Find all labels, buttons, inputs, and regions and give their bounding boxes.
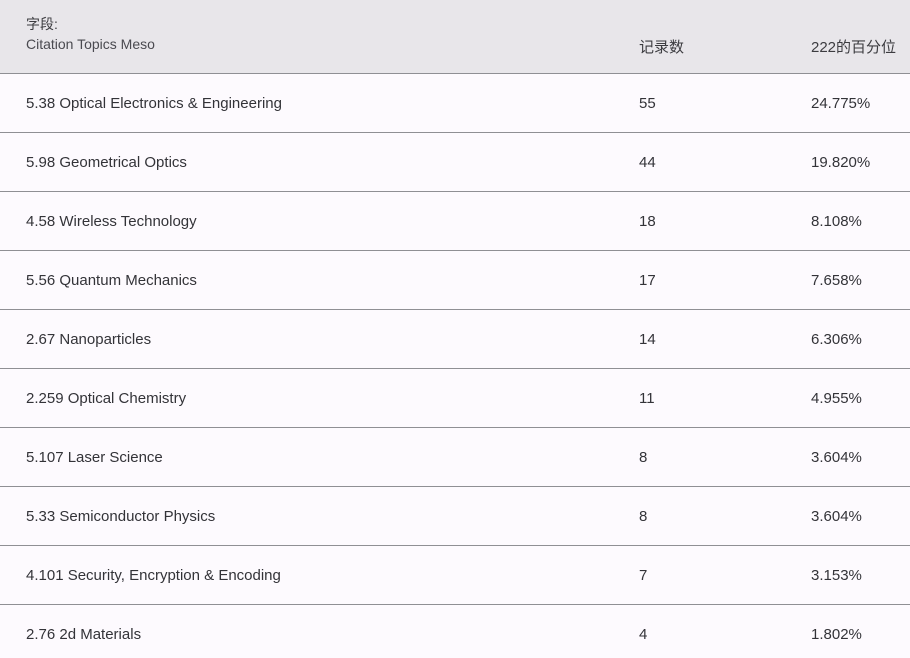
topic-cell[interactable]: 5.107 Laser Science xyxy=(26,449,163,466)
topic-cell[interactable]: 5.98 Geometrical Optics xyxy=(26,154,187,171)
table-row[interactable]: 4.101 Security, Encryption & Encoding 7 … xyxy=(0,546,910,605)
table-row[interactable]: 5.98 Geometrical Optics 44 19.820% xyxy=(0,133,910,192)
field-name-header[interactable]: Citation Topics Meso xyxy=(26,36,155,52)
count-cell: 14 xyxy=(639,331,656,348)
percent-cell: 8.108% xyxy=(811,213,862,230)
table-row[interactable]: 2.67 Nanoparticles 14 6.306% xyxy=(0,310,910,369)
percent-column-header[interactable]: 222的百分位 xyxy=(811,36,896,57)
count-cell: 8 xyxy=(639,449,648,466)
count-cell: 55 xyxy=(639,95,656,112)
count-cell: 17 xyxy=(639,272,656,289)
percent-cell: 24.775% xyxy=(811,95,871,112)
table-header: 字段: Citation Topics Meso 记录数 222的百分位 xyxy=(0,0,910,74)
percent-cell: 4.955% xyxy=(811,390,862,407)
topic-cell[interactable]: 4.58 Wireless Technology xyxy=(26,213,197,230)
table-row[interactable]: 2.259 Optical Chemistry 11 4.955% xyxy=(0,369,910,428)
topic-cell[interactable]: 5.38 Optical Electronics & Engineering xyxy=(26,95,282,112)
count-cell: 7 xyxy=(639,567,648,584)
topic-cell[interactable]: 2.76 2d Materials xyxy=(26,626,141,643)
results-table: 字段: Citation Topics Meso 记录数 222的百分位 5.3… xyxy=(0,0,910,658)
count-cell: 11 xyxy=(639,390,655,407)
topic-cell[interactable]: 4.101 Security, Encryption & Encoding xyxy=(26,567,281,584)
table-row[interactable]: 2.76 2d Materials 4 1.802% xyxy=(0,605,910,658)
percent-cell: 3.153% xyxy=(811,567,862,584)
percent-cell: 6.306% xyxy=(811,331,862,348)
table-row[interactable]: 5.56 Quantum Mechanics 17 7.658% xyxy=(0,251,910,310)
percent-cell: 3.604% xyxy=(811,508,862,525)
percent-cell: 7.658% xyxy=(811,272,862,289)
table-row[interactable]: 4.58 Wireless Technology 18 8.108% xyxy=(0,192,910,251)
field-prefix-label: 字段: xyxy=(26,16,58,32)
count-column-header[interactable]: 记录数 xyxy=(639,36,684,57)
topic-cell[interactable]: 5.33 Semiconductor Physics xyxy=(26,508,215,525)
topic-cell[interactable]: 5.56 Quantum Mechanics xyxy=(26,272,197,289)
count-cell: 18 xyxy=(639,213,656,230)
table-row[interactable]: 5.33 Semiconductor Physics 8 3.604% xyxy=(0,487,910,546)
percent-cell: 19.820% xyxy=(811,154,871,171)
topic-cell[interactable]: 2.67 Nanoparticles xyxy=(26,331,151,348)
percent-cell: 3.604% xyxy=(811,449,862,466)
count-cell: 44 xyxy=(639,154,656,171)
table-row[interactable]: 5.38 Optical Electronics & Engineering 5… xyxy=(0,74,910,133)
count-cell: 8 xyxy=(639,508,648,525)
percent-cell: 1.802% xyxy=(811,626,862,643)
table-row[interactable]: 5.107 Laser Science 8 3.604% xyxy=(0,428,910,487)
count-cell: 4 xyxy=(639,626,648,643)
topic-cell[interactable]: 2.259 Optical Chemistry xyxy=(26,390,186,407)
